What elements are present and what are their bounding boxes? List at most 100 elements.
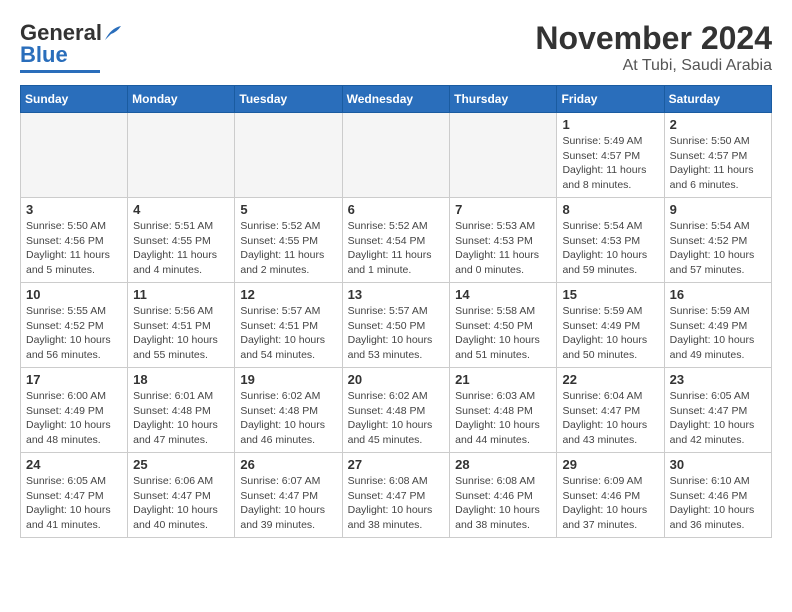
calendar-week-row: 10Sunrise: 5:55 AMSunset: 4:52 PMDayligh… <box>21 283 772 368</box>
day-number: 16 <box>670 287 766 302</box>
day-info: Sunrise: 6:08 AMSunset: 4:46 PMDaylight:… <box>455 474 551 533</box>
day-number: 3 <box>26 202 122 217</box>
calendar-cell: 18 Sunrise: 6:01 AMSunset: 4:48 PMDayligh… <box>128 368 235 453</box>
day-info: Sunrise: 5:59 AMSunset: 4:49 PMDaylight:… <box>670 304 766 363</box>
calendar-cell: 8Sunrise: 5:54 AMSunset: 4:53 PMDaylight… <box>557 198 664 283</box>
day-number: 19 <box>240 372 336 387</box>
calendar-cell: 23 Sunrise: 6:05 AMSunset: 4:47 PMDayligh… <box>664 368 771 453</box>
calendar-cell: 27 Sunrise: 6:08 AMSunset: 4:47 PMDayligh… <box>342 453 450 538</box>
day-info: Sunrise: 6:10 AMSunset: 4:46 PMDaylight:… <box>670 474 766 533</box>
calendar-cell: 3 Sunrise: 5:50 AMSunset: 4:56 PMDaylight… <box>21 198 128 283</box>
calendar-body: 1 Sunrise: 5:49 AMSunset: 4:57 PMDaylight… <box>21 113 772 538</box>
day-number: 27 <box>348 457 445 472</box>
day-number: 30 <box>670 457 766 472</box>
day-number: 12 <box>240 287 336 302</box>
header: General Blue November 2024 At Tubi, Saud… <box>20 20 772 75</box>
day-info: Sunrise: 5:49 AMSunset: 4:57 PMDaylight:… <box>562 134 658 193</box>
calendar-cell: 17Sunrise: 6:00 AMSunset: 4:49 PMDayligh… <box>21 368 128 453</box>
calendar-week-row: 1 Sunrise: 5:49 AMSunset: 4:57 PMDaylight… <box>21 113 772 198</box>
day-number: 20 <box>348 372 445 387</box>
day-number: 24 <box>26 457 122 472</box>
calendar-cell: 26 Sunrise: 6:07 AMSunset: 4:47 PMDayligh… <box>235 453 342 538</box>
day-info: Sunrise: 6:02 AMSunset: 4:48 PMDaylight:… <box>348 389 445 448</box>
calendar-cell <box>235 113 342 198</box>
calendar-cell: 6 Sunrise: 5:52 AMSunset: 4:54 PMDaylight… <box>342 198 450 283</box>
weekday-header-cell: Saturday <box>664 86 771 113</box>
day-number: 2 <box>670 117 766 132</box>
calendar-week-row: 3 Sunrise: 5:50 AMSunset: 4:56 PMDaylight… <box>21 198 772 283</box>
calendar-cell: 25 Sunrise: 6:06 AMSunset: 4:47 PMDayligh… <box>128 453 235 538</box>
day-number: 11 <box>133 287 229 302</box>
day-number: 29 <box>562 457 658 472</box>
month-title: November 2024 <box>535 20 772 57</box>
day-number: 21 <box>455 372 551 387</box>
day-info: Sunrise: 6:07 AMSunset: 4:47 PMDaylight:… <box>240 474 336 533</box>
weekday-header-cell: Wednesday <box>342 86 450 113</box>
day-number: 22 <box>562 372 658 387</box>
calendar-cell: 24 Sunrise: 6:05 AMSunset: 4:47 PMDayligh… <box>21 453 128 538</box>
day-info: Sunrise: 6:08 AMSunset: 4:47 PMDaylight:… <box>348 474 445 533</box>
calendar-cell: 14 Sunrise: 5:58 AMSunset: 4:50 PMDayligh… <box>450 283 557 368</box>
weekday-header-cell: Thursday <box>450 86 557 113</box>
calendar-week-row: 17Sunrise: 6:00 AMSunset: 4:49 PMDayligh… <box>21 368 772 453</box>
calendar-cell <box>450 113 557 198</box>
day-number: 7 <box>455 202 551 217</box>
calendar-cell: 29 Sunrise: 6:09 AMSunset: 4:46 PMDayligh… <box>557 453 664 538</box>
calendar-cell: 9Sunrise: 5:54 AMSunset: 4:52 PMDaylight… <box>664 198 771 283</box>
calendar-cell: 10Sunrise: 5:55 AMSunset: 4:52 PMDayligh… <box>21 283 128 368</box>
calendar-cell: 12 Sunrise: 5:57 AMSunset: 4:51 PMDayligh… <box>235 283 342 368</box>
day-info: Sunrise: 5:56 AMSunset: 4:51 PMDaylight:… <box>133 304 229 363</box>
day-number: 4 <box>133 202 229 217</box>
day-info: Sunrise: 5:59 AMSunset: 4:49 PMDaylight:… <box>562 304 658 363</box>
day-number: 18 <box>133 372 229 387</box>
day-number: 26 <box>240 457 336 472</box>
day-number: 28 <box>455 457 551 472</box>
day-number: 9 <box>670 202 766 217</box>
weekday-header-cell: Friday <box>557 86 664 113</box>
calendar-cell: 15 Sunrise: 5:59 AMSunset: 4:49 PMDayligh… <box>557 283 664 368</box>
calendar-cell: 20 Sunrise: 6:02 AMSunset: 4:48 PMDayligh… <box>342 368 450 453</box>
weekday-header-row: SundayMondayTuesdayWednesdayThursdayFrid… <box>21 86 772 113</box>
calendar-cell: 2 Sunrise: 5:50 AMSunset: 4:57 PMDaylight… <box>664 113 771 198</box>
day-info: Sunrise: 6:05 AMSunset: 4:47 PMDaylight:… <box>670 389 766 448</box>
day-info: Sunrise: 6:05 AMSunset: 4:47 PMDaylight:… <box>26 474 122 533</box>
calendar-cell: 16 Sunrise: 5:59 AMSunset: 4:49 PMDayligh… <box>664 283 771 368</box>
day-info: Sunrise: 5:50 AMSunset: 4:56 PMDaylight:… <box>26 219 122 278</box>
day-number: 6 <box>348 202 445 217</box>
day-info: Sunrise: 6:03 AMSunset: 4:48 PMDaylight:… <box>455 389 551 448</box>
calendar-cell: 7 Sunrise: 5:53 AMSunset: 4:53 PMDaylight… <box>450 198 557 283</box>
calendar-cell: 22 Sunrise: 6:04 AMSunset: 4:47 PMDayligh… <box>557 368 664 453</box>
day-number: 15 <box>562 287 658 302</box>
calendar-cell: 5 Sunrise: 5:52 AMSunset: 4:55 PMDaylight… <box>235 198 342 283</box>
day-info: Sunrise: 5:57 AMSunset: 4:50 PMDaylight:… <box>348 304 445 363</box>
day-info: Sunrise: 6:04 AMSunset: 4:47 PMDaylight:… <box>562 389 658 448</box>
calendar-cell: 4 Sunrise: 5:51 AMSunset: 4:55 PMDaylight… <box>128 198 235 283</box>
day-info: Sunrise: 6:09 AMSunset: 4:46 PMDaylight:… <box>562 474 658 533</box>
weekday-header-cell: Tuesday <box>235 86 342 113</box>
calendar-cell: 19Sunrise: 6:02 AMSunset: 4:48 PMDayligh… <box>235 368 342 453</box>
day-info: Sunrise: 5:53 AMSunset: 4:53 PMDaylight:… <box>455 219 551 278</box>
weekday-header-cell: Sunday <box>21 86 128 113</box>
day-number: 25 <box>133 457 229 472</box>
calendar-cell <box>342 113 450 198</box>
day-number: 10 <box>26 287 122 302</box>
day-info: Sunrise: 5:58 AMSunset: 4:50 PMDaylight:… <box>455 304 551 363</box>
day-number: 1 <box>562 117 658 132</box>
calendar-cell <box>21 113 128 198</box>
day-number: 5 <box>240 202 336 217</box>
day-number: 14 <box>455 287 551 302</box>
logo: General Blue <box>20 20 125 73</box>
calendar: SundayMondayTuesdayWednesdayThursdayFrid… <box>20 85 772 538</box>
day-info: Sunrise: 5:54 AMSunset: 4:53 PMDaylight:… <box>562 219 658 278</box>
day-info: Sunrise: 5:52 AMSunset: 4:54 PMDaylight:… <box>348 219 445 278</box>
day-info: Sunrise: 5:50 AMSunset: 4:57 PMDaylight:… <box>670 134 766 193</box>
logo-bird-icon <box>103 22 125 44</box>
day-info: Sunrise: 5:57 AMSunset: 4:51 PMDaylight:… <box>240 304 336 363</box>
day-info: Sunrise: 6:06 AMSunset: 4:47 PMDaylight:… <box>133 474 229 533</box>
logo-blue: Blue <box>20 42 68 68</box>
day-info: Sunrise: 5:52 AMSunset: 4:55 PMDaylight:… <box>240 219 336 278</box>
calendar-week-row: 24 Sunrise: 6:05 AMSunset: 4:47 PMDayligh… <box>21 453 772 538</box>
day-info: Sunrise: 6:01 AMSunset: 4:48 PMDaylight:… <box>133 389 229 448</box>
day-info: Sunrise: 5:51 AMSunset: 4:55 PMDaylight:… <box>133 219 229 278</box>
day-number: 23 <box>670 372 766 387</box>
